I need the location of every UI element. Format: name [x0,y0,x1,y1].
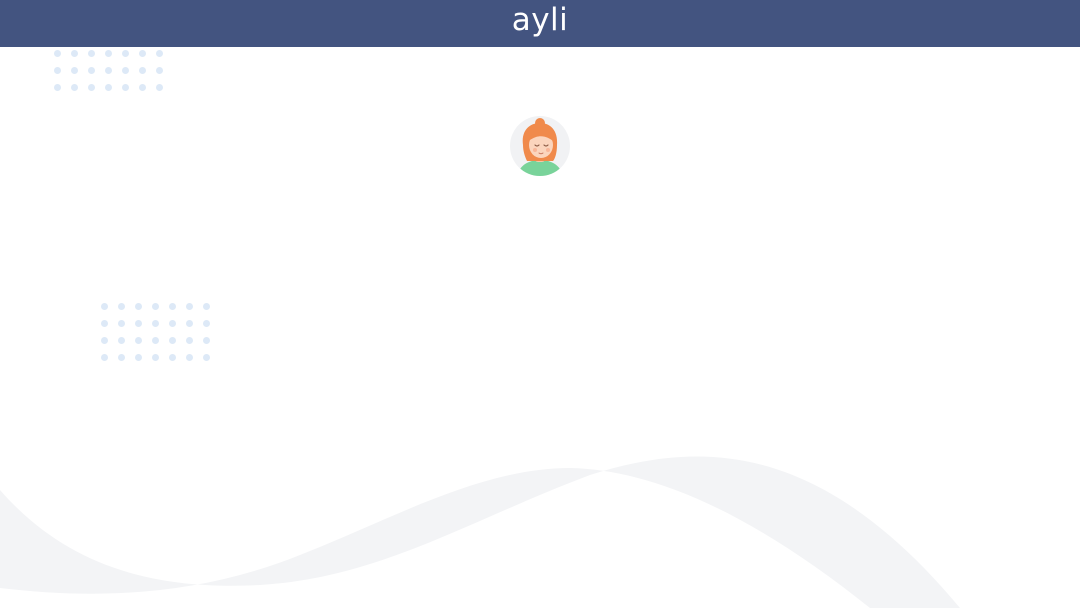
decorative-dot-grid-top [54,50,163,91]
brand-logo: ayli [511,2,569,38]
app-header: ayli [0,0,1080,47]
wave-band [0,456,960,608]
user-avatar-icon [510,116,570,176]
splash-screen: ayli [0,0,1080,608]
decorative-dot-grid-middle [101,303,210,361]
